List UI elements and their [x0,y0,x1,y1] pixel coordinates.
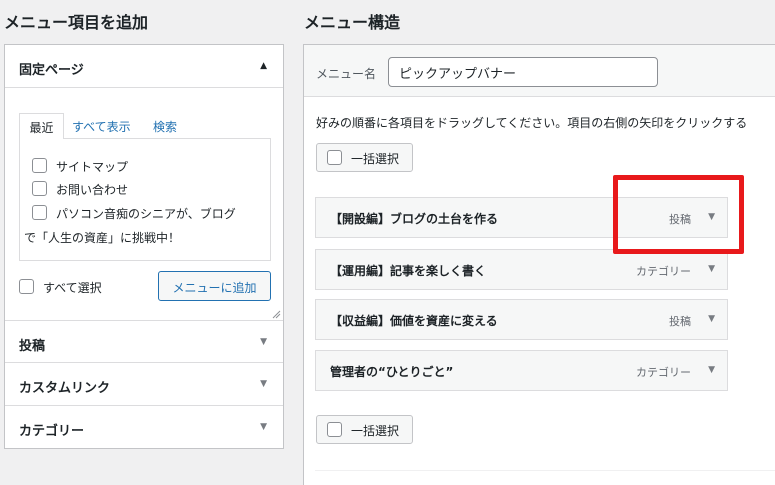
menu-item[interactable]: 【運用編】記事を楽しく書く カテゴリー ▼ [315,249,728,290]
accordion-pages[interactable]: 固定ページ ▲ [5,45,283,88]
recent-pages-list: サイトマップ お問い合わせ パソコン音痴のシニアが、ブログ で「人生の資産」に挑… [19,138,271,261]
annotation-highlight-box [613,175,744,254]
menu-structure-panel: メニュー名 好みの順番に各項目をドラッグしてください。項目の右側の矢印をクリック… [303,44,775,485]
checkbox-icon [327,422,342,437]
add-menu-items-title: メニュー項目を追加 [4,13,149,32]
triangle-down-icon: ▼ [260,379,267,389]
triangle-up-icon: ▲ [260,61,267,71]
bulk-select-button-bottom[interactable]: 一括選択 [316,415,413,444]
tab-view-all[interactable]: すべて表示 [72,113,131,139]
triangle-down-icon: ▼ [260,422,267,432]
page-label-sitemap: サイトマップ [56,160,129,174]
menu-item-title: 【運用編】記事を楽しく書く [330,264,487,278]
drag-instructions: 好みの順番に各項目をドラッグしてください。項目の右側の矢印をクリックする [316,116,748,130]
triangle-down-icon: ▼ [260,337,267,347]
bulk-select-label: 一括選択 [351,424,400,438]
accordion-custom-links-label: カスタムリンク [19,381,111,396]
triangle-down-icon[interactable]: ▼ [708,365,715,375]
add-menu-items-panel: 固定ページ ▲ 最近 すべて表示 検索 サイトマップ お問い合わせ パソコン音痴… [4,44,284,449]
menu-structure-title: メニュー構造 [304,13,401,32]
page-label-contact: お問い合わせ [56,183,129,197]
select-all-checkbox[interactable] [19,279,34,294]
menu-item[interactable]: 【収益編】価値を資産に変える 投稿 ▼ [315,299,728,340]
menu-item-type: カテゴリー [636,265,691,278]
page-label-profile-cont: で「人生の資産」に挑戦中！ [24,231,181,245]
checkbox-icon [327,150,342,165]
triangle-down-icon[interactable]: ▼ [708,314,715,324]
menu-item-title: 【開設編】ブログの土台を作る [330,212,499,226]
menu-item[interactable]: 管理者の“ひとりごと” カテゴリー ▼ [315,350,728,391]
page-checkbox-sitemap[interactable] [32,158,47,173]
accordion-categories[interactable]: カテゴリー ▼ [5,406,283,449]
menu-name-label: メニュー名 [316,67,377,81]
resize-grip-icon[interactable] [271,309,281,319]
tab-search[interactable]: 検索 [153,113,177,139]
menu-item-title: 【収益編】価値を資産に変える [330,314,498,328]
accordion-pages-label: 固定ページ [19,63,84,78]
page-checkbox-contact[interactable] [32,181,47,196]
menu-name-input[interactable] [388,57,658,87]
menu-item-type: 投稿 [669,315,691,328]
page-label-profile: パソコン音痴のシニアが、ブログ [56,207,236,221]
accordion-posts[interactable]: 投稿 ▼ [5,320,283,363]
triangle-down-icon[interactable]: ▼ [708,264,715,274]
divider [315,470,775,471]
page-checkbox-profile[interactable] [32,205,47,220]
accordion-categories-label: カテゴリー [19,424,85,439]
menu-item-title: 管理者の“ひとりごと” [330,365,454,379]
bulk-select-label: 一括選択 [351,152,400,166]
select-all-label: すべて選択 [43,281,102,295]
accordion-custom-links[interactable]: カスタムリンク ▼ [5,363,283,406]
menu-item-type: カテゴリー [636,366,691,379]
bulk-select-button-top[interactable]: 一括選択 [316,143,413,172]
add-to-menu-button[interactable]: メニューに追加 [158,271,271,301]
tab-recent[interactable]: 最近 [19,113,64,139]
menu-name-bar: メニュー名 [304,45,775,97]
accordion-posts-label: 投稿 [19,339,46,354]
